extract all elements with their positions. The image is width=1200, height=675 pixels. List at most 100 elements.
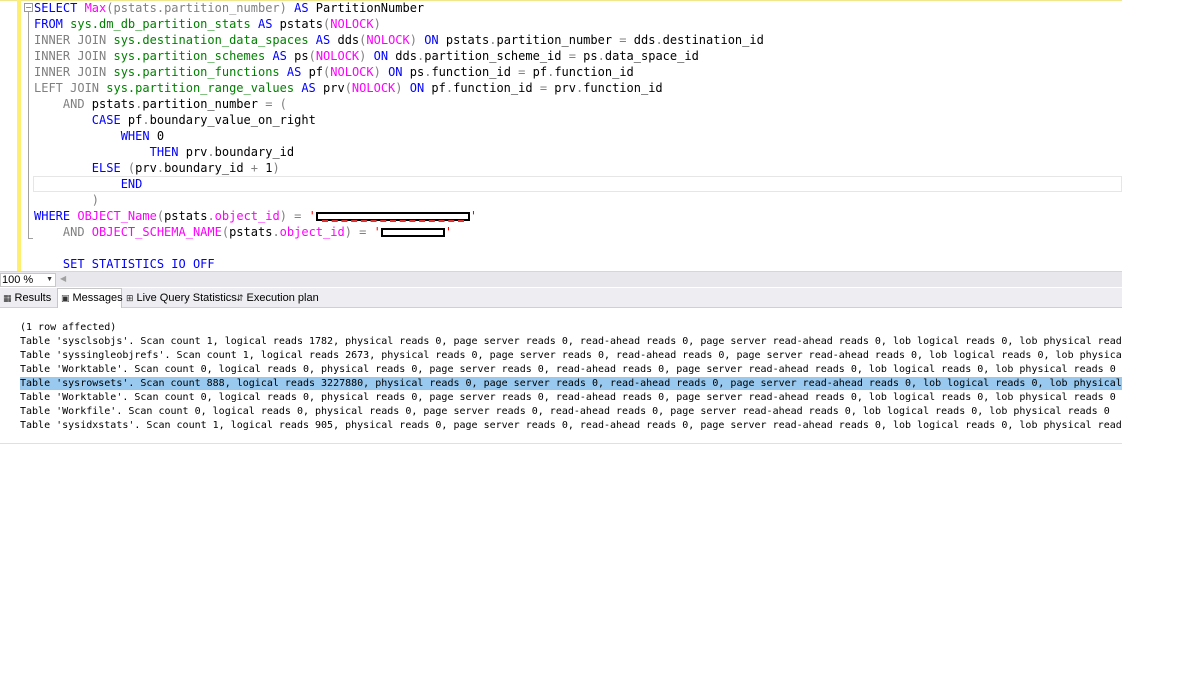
code-token: prv xyxy=(547,81,576,95)
code-line[interactable]: SELECT Max(pstats.partition_number) AS P… xyxy=(34,0,424,16)
statistics-io-message[interactable]: Table 'sysidxstats'. Scan count 1, logic… xyxy=(20,419,1122,432)
code-token: AND xyxy=(34,97,85,111)
code-token: WHERE xyxy=(34,209,78,223)
statistics-io-message[interactable]: Table 'Worktable'. Scan count 0, logical… xyxy=(20,391,1122,404)
code-line[interactable]: AND pstats.partition_number = ( xyxy=(34,96,287,112)
code-token: AS xyxy=(315,33,331,47)
scroll-left-icon[interactable]: ◀ xyxy=(60,274,66,283)
statistics-io-message[interactable]: Table 'sysrowsets'. Scan count 888, logi… xyxy=(20,377,1122,390)
messages-pane[interactable]: (1 row affected) Table 'sysclsobjs'. Scan… xyxy=(0,309,1122,443)
code-token: function_id xyxy=(453,81,540,95)
code-token: ( xyxy=(308,49,316,63)
redaction-box xyxy=(315,212,470,222)
code-token: ( xyxy=(344,81,352,95)
code-line[interactable]: LEFT JOIN sys.partition_range_values AS … xyxy=(34,80,663,96)
code-token: 0 xyxy=(149,129,165,143)
code-token: pf xyxy=(120,113,143,127)
code-token: Max xyxy=(84,1,107,15)
code-fold-line xyxy=(28,12,29,238)
code-token: ( xyxy=(221,225,230,239)
code-token: ' xyxy=(301,209,316,223)
code-token: PartitionNumber xyxy=(308,1,425,15)
code-token: ELSE xyxy=(34,161,128,175)
code-token: data_space_id xyxy=(604,49,699,63)
code-token: + xyxy=(250,161,259,175)
code-token: AS xyxy=(286,65,302,79)
code-token: pstats xyxy=(164,209,208,223)
code-token: NOLOCK xyxy=(366,33,410,47)
code-token: = xyxy=(539,81,548,95)
code-token: pstats xyxy=(438,33,490,47)
code-token: ps xyxy=(575,49,598,63)
code-token: ) xyxy=(344,225,360,239)
code-line[interactable]: INNER JOIN sys.partition_functions AS pf… xyxy=(34,64,634,80)
code-token: pf xyxy=(525,65,548,79)
code-line[interactable]: INNER JOIN sys.partition_schemes AS ps(N… xyxy=(34,48,699,64)
tab-results[interactable]: ▦ Results xyxy=(0,289,56,307)
code-token: ) xyxy=(279,209,295,223)
statistics-io-message[interactable]: Table 'syssingleobjrefs'. Scan count 1, … xyxy=(20,349,1122,362)
code-token: AS xyxy=(257,17,273,31)
tab-messages[interactable]: ▣ Messages xyxy=(57,288,123,308)
statistics-io-message[interactable]: Table 'sysclsobjs'. Scan count 1, logica… xyxy=(20,335,1122,348)
code-token: destination_id xyxy=(662,33,764,47)
code-token: WHEN xyxy=(34,129,150,143)
code-token: NOLOCK xyxy=(315,49,360,63)
code-token: = ( xyxy=(265,97,287,111)
code-token: ' xyxy=(469,209,478,223)
code-token: pstats xyxy=(229,225,273,239)
code-token: SET STATISTICS IO OFF xyxy=(34,257,215,271)
code-token: ON xyxy=(424,33,439,47)
redaction-box xyxy=(380,228,445,237)
code-line[interactable]: ELSE (prv.boundary_id + 1) xyxy=(34,160,280,176)
tab-execution-plan[interactable]: ⇵ Execution plan xyxy=(233,289,323,307)
code-line[interactable]: WHERE OBJECT_Name(pstats.object_id) = ' ' xyxy=(34,208,477,224)
code-token: ON xyxy=(409,81,425,95)
code-token: ps xyxy=(286,49,309,63)
code-token: AS xyxy=(272,49,287,63)
code-token: ) xyxy=(409,33,425,47)
zoom-dropdown[interactable]: 100 % ▼ xyxy=(0,273,56,287)
zoom-value: 100 % xyxy=(2,274,34,286)
code-token: dds xyxy=(388,49,417,63)
code-line[interactable]: CASE pf.boundary_value_on_right xyxy=(34,112,316,128)
code-token: ) xyxy=(373,17,381,31)
code-token: AND xyxy=(34,225,92,239)
code-token: OBJECT_SCHEMA_NAME xyxy=(91,225,222,239)
code-token: SELECT xyxy=(34,1,85,15)
rows-affected-message[interactable]: (1 row affected) xyxy=(20,321,1122,334)
code-token: = xyxy=(619,33,627,47)
tab-label: Results xyxy=(14,292,52,304)
sql-editor[interactable]: − SELECT Max(pstats.partition_number) AS… xyxy=(0,0,1122,271)
code-line[interactable]: ) xyxy=(34,192,99,208)
code-token: INNER JOIN xyxy=(34,65,114,79)
tab-live-query-statistics[interactable]: ⊞ Live Query Statistics xyxy=(123,289,237,307)
code-line[interactable]: INNER JOIN sys.destination_data_spaces A… xyxy=(34,32,764,48)
live-stats-icon: ⊞ xyxy=(126,294,134,304)
code-token: . xyxy=(597,49,605,63)
code-token: . xyxy=(156,161,165,175)
code-line[interactable]: FROM sys.dm_db_partition_stats AS pstats… xyxy=(34,16,381,32)
code-token: partition_scheme_id xyxy=(424,49,569,63)
statistics-io-message[interactable]: Table 'Worktable'. Scan count 0, logical… xyxy=(20,363,1122,376)
code-token: sys.partition_schemes xyxy=(113,49,266,63)
code-token: NOLOCK xyxy=(330,17,374,31)
code-token: AS xyxy=(294,1,309,15)
code-token: ' xyxy=(444,225,453,239)
code-token: . xyxy=(207,145,215,159)
code-line[interactable]: END xyxy=(34,176,143,192)
code-token: ps xyxy=(402,65,425,79)
collapse-icon[interactable]: − xyxy=(24,3,33,12)
results-tabstrip: ▦ Results ▣ Messages ⊞ Live Query Statistic… xyxy=(0,288,1122,308)
code-line[interactable]: AND OBJECT_SCHEMA_NAME(pstats.object_id)… xyxy=(34,224,452,240)
code-line[interactable]: THEN prv.boundary_id xyxy=(34,144,295,160)
code-token: boundary_value_on_right xyxy=(149,113,316,127)
code-token: object_id xyxy=(214,209,280,223)
code-line[interactable]: SET STATISTICS IO OFF xyxy=(34,256,215,271)
code-line[interactable]: WHEN 0 xyxy=(34,128,164,144)
tab-label: Messages xyxy=(72,292,123,304)
tab-label: Live Query Statistics xyxy=(136,292,237,304)
code-token: sys.partition_range_values xyxy=(106,81,295,95)
statistics-io-message[interactable]: Table 'Workfile'. Scan count 0, logical … xyxy=(20,405,1122,418)
code-token: boundary_id xyxy=(164,161,251,175)
